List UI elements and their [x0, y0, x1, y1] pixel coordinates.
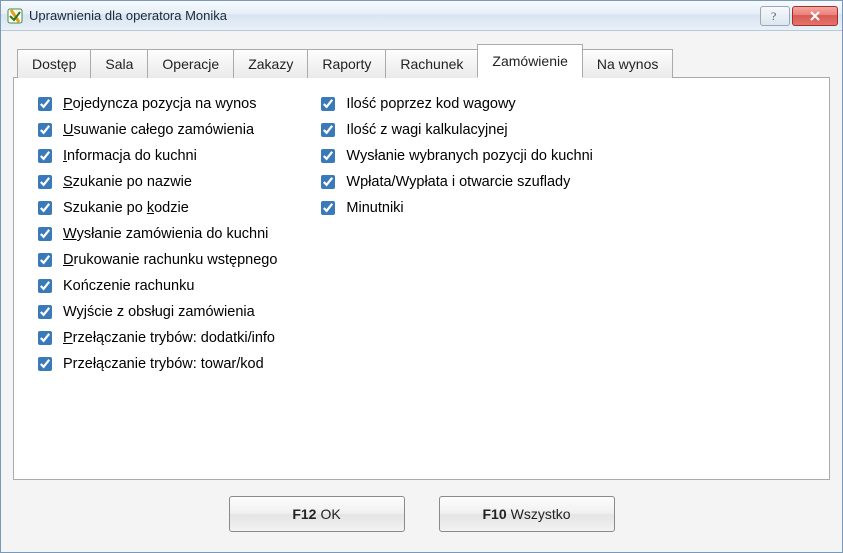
- checkbox-label: Wpłata/Wypłata i otwarcie szuflady: [346, 172, 570, 192]
- checkbox[interactable]: [321, 149, 335, 163]
- checkbox-row[interactable]: Usuwanie całego zamówienia: [34, 120, 277, 140]
- checkbox-row[interactable]: Wysłanie wybranych pozycji do kuchni: [317, 146, 592, 166]
- checkbox-label: Wysłanie zamówienia do kuchni: [63, 224, 268, 244]
- all-button-key: F10: [482, 506, 506, 522]
- checkbox[interactable]: [38, 175, 52, 189]
- checkbox-row[interactable]: Ilość poprzez kod wagowy: [317, 94, 592, 114]
- checkbox-label: Przełączanie trybów: towar/kod: [63, 354, 264, 374]
- checkbox-row[interactable]: Ilość z wagi kalkulacyjnej: [317, 120, 592, 140]
- tab-dostęp[interactable]: Dostęp: [17, 49, 91, 78]
- checkbox-row[interactable]: Szukanie po nazwie: [34, 172, 277, 192]
- checkbox-label: Minutniki: [346, 198, 403, 218]
- tab-zamówienie[interactable]: Zamówienie: [477, 44, 582, 78]
- app-icon: [7, 8, 23, 24]
- checkbox-columns: Pojedyncza pozycja na wynos Usuwanie całe…: [34, 94, 809, 374]
- checkbox-row[interactable]: Minutniki: [317, 198, 592, 218]
- checkbox-label: Wyjście z obsługi zamówienia: [63, 302, 255, 322]
- help-button[interactable]: ?: [760, 6, 790, 26]
- client-area: DostępSalaOperacjeZakazyRaportyRachunekZ…: [1, 31, 842, 552]
- checkbox-label: Ilość poprzez kod wagowy: [346, 94, 515, 114]
- checkbox[interactable]: [321, 175, 335, 189]
- window-title: Uprawnienia dla operatora Monika: [29, 8, 760, 23]
- all-button[interactable]: F10 Wszystko: [439, 496, 615, 532]
- checkbox[interactable]: [38, 149, 52, 163]
- checkbox-label: Informacja do kuchni: [63, 146, 197, 166]
- checkbox-row[interactable]: Wysłanie zamówienia do kuchni: [34, 224, 277, 244]
- window-controls: ?: [760, 6, 838, 26]
- checkbox-row[interactable]: Informacja do kuchni: [34, 146, 277, 166]
- checkbox[interactable]: [38, 279, 52, 293]
- checkbox-label: Pojedyncza pozycja na wynos: [63, 94, 256, 114]
- checkbox-label: Kończenie rachunku: [63, 276, 194, 296]
- dialog-footer: F12 OK F10 Wszystko: [13, 480, 830, 540]
- tab-na-wynos[interactable]: Na wynos: [582, 49, 673, 78]
- tab-page-zamowienie: Pojedyncza pozycja na wynos Usuwanie całe…: [13, 77, 830, 480]
- checkbox-row[interactable]: Przełączanie trybów: towar/kod: [34, 354, 277, 374]
- checkbox[interactable]: [321, 201, 335, 215]
- checkbox[interactable]: [38, 357, 52, 371]
- tab-strip: DostępSalaOperacjeZakazyRaportyRachunekZ…: [17, 43, 830, 77]
- checkbox[interactable]: [38, 97, 52, 111]
- svg-text:?: ?: [771, 10, 776, 22]
- checkbox-row[interactable]: Wyjście z obsługi zamówienia: [34, 302, 277, 322]
- checkbox-column-right: Ilość poprzez kod wagowy Ilość z wagi kal…: [317, 94, 592, 374]
- checkbox[interactable]: [321, 97, 335, 111]
- checkbox-label: Przełączanie trybów: dodatki/info: [63, 328, 275, 348]
- checkbox[interactable]: [38, 305, 52, 319]
- checkbox-label: Usuwanie całego zamówienia: [63, 120, 254, 140]
- tab-raporty[interactable]: Raporty: [307, 49, 386, 78]
- tab-zakazy[interactable]: Zakazy: [233, 49, 308, 78]
- checkbox-row[interactable]: Szukanie po kodzie: [34, 198, 277, 218]
- checkbox-row[interactable]: Pojedyncza pozycja na wynos: [34, 94, 277, 114]
- checkbox-label: Szukanie po kodzie: [63, 198, 189, 218]
- checkbox[interactable]: [321, 123, 335, 137]
- checkbox[interactable]: [38, 227, 52, 241]
- tab-rachunek[interactable]: Rachunek: [385, 49, 478, 78]
- ok-button[interactable]: F12 OK: [229, 496, 405, 532]
- checkbox[interactable]: [38, 123, 52, 137]
- checkbox[interactable]: [38, 201, 52, 215]
- ok-button-label: OK: [320, 506, 340, 522]
- tabset: DostępSalaOperacjeZakazyRaportyRachunekZ…: [13, 43, 830, 480]
- checkbox-label: Szukanie po nazwie: [63, 172, 192, 192]
- all-button-label: Wszystko: [511, 506, 571, 522]
- titlebar: Uprawnienia dla operatora Monika ?: [1, 1, 842, 31]
- checkbox-row[interactable]: Drukowanie rachunku wstępnego: [34, 250, 277, 270]
- checkbox-row[interactable]: Przełączanie trybów: dodatki/info: [34, 328, 277, 348]
- tab-sala[interactable]: Sala: [90, 49, 148, 78]
- tab-operacje[interactable]: Operacje: [147, 49, 234, 78]
- dialog-window: Uprawnienia dla operatora Monika ? Dostę…: [0, 0, 843, 553]
- checkbox-label: Wysłanie wybranych pozycji do kuchni: [346, 146, 592, 166]
- checkbox-row[interactable]: Wpłata/Wypłata i otwarcie szuflady: [317, 172, 592, 192]
- checkbox[interactable]: [38, 253, 52, 267]
- ok-button-key: F12: [292, 506, 316, 522]
- checkbox-label: Ilość z wagi kalkulacyjnej: [346, 120, 507, 140]
- checkbox[interactable]: [38, 331, 52, 345]
- checkbox-row[interactable]: Kończenie rachunku: [34, 276, 277, 296]
- checkbox-column-left: Pojedyncza pozycja na wynos Usuwanie całe…: [34, 94, 277, 374]
- close-button[interactable]: [792, 6, 838, 26]
- checkbox-label: Drukowanie rachunku wstępnego: [63, 250, 277, 270]
